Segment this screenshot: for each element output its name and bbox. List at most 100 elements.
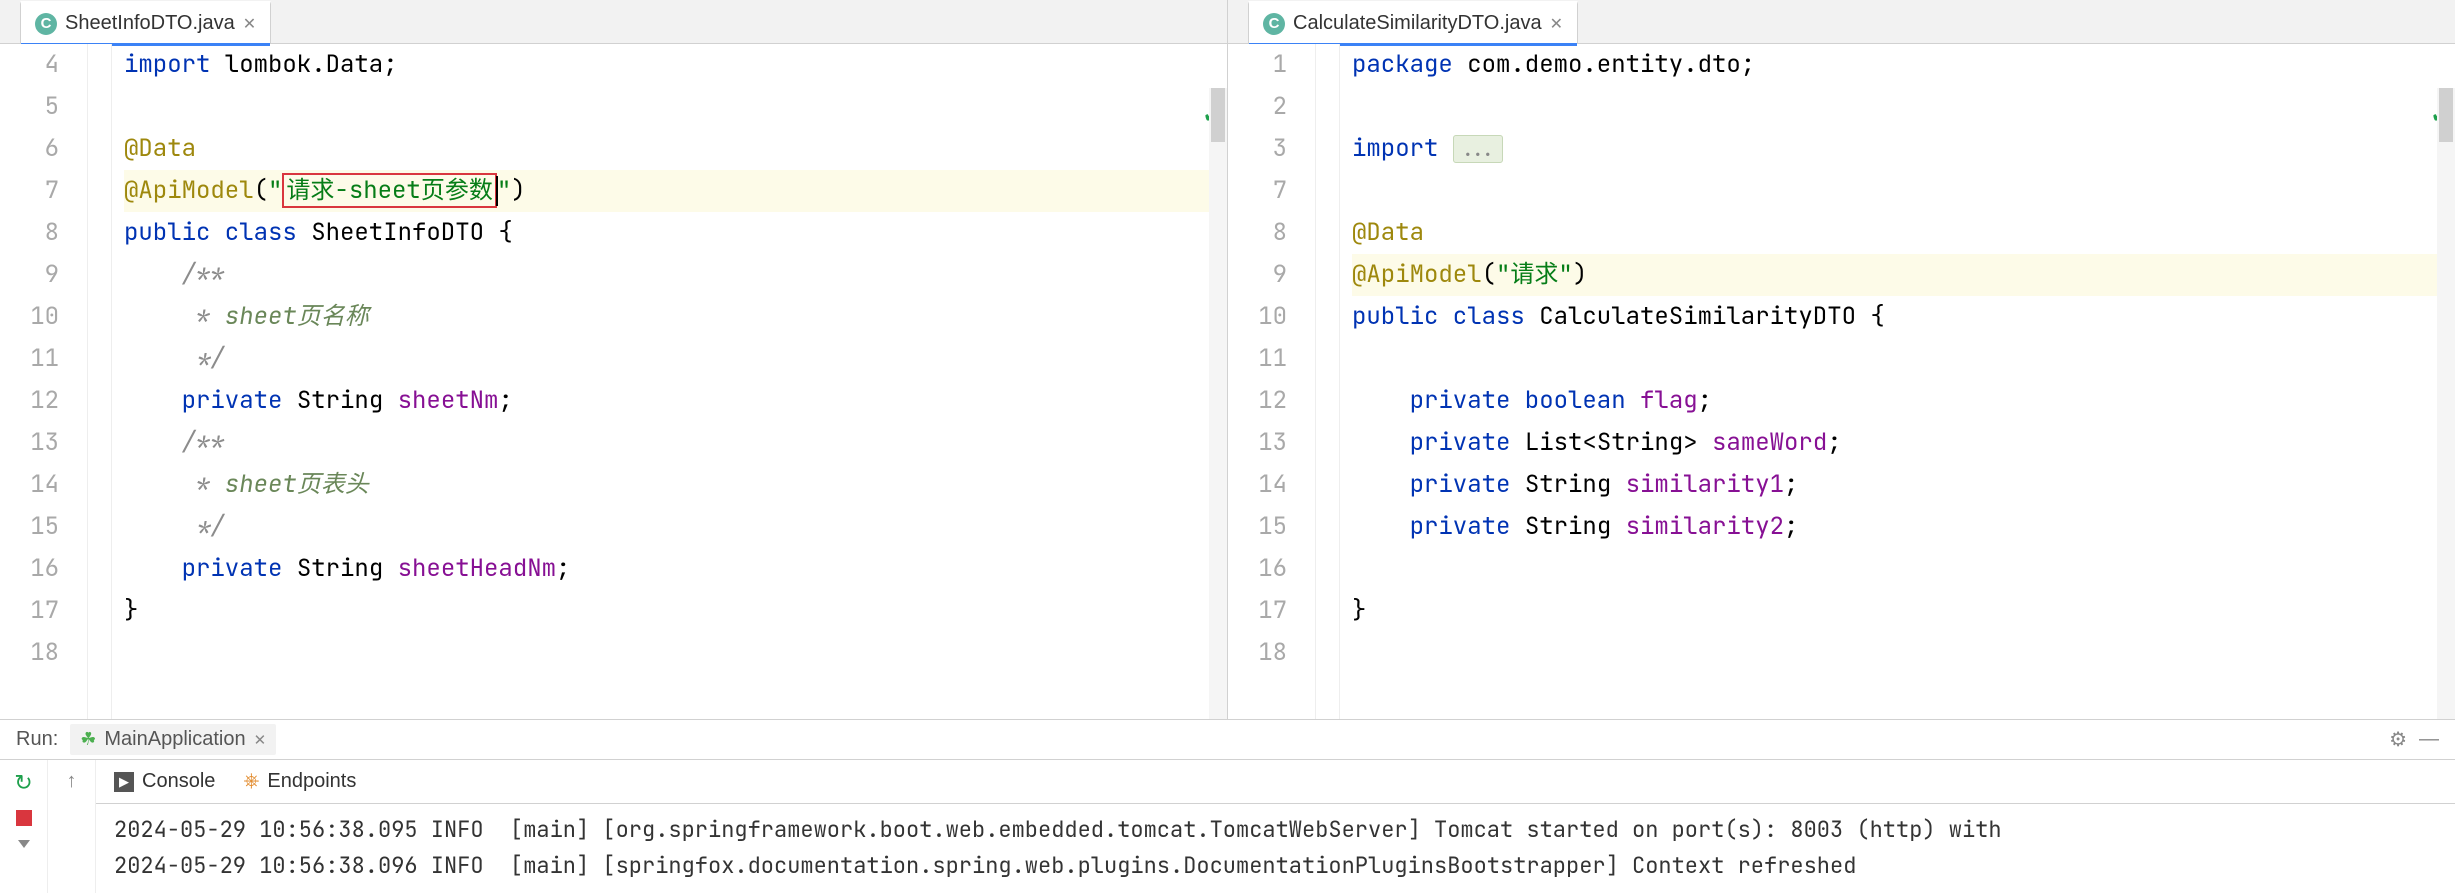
fold-handle[interactable] <box>1316 128 1339 170</box>
code-line[interactable] <box>124 632 1227 674</box>
error-stripe[interactable] <box>1209 88 1227 719</box>
fold-handle[interactable] <box>1316 506 1339 548</box>
code-line[interactable]: public class SheetInfoDTO { <box>124 212 1227 254</box>
fold-handle[interactable] <box>1316 170 1339 212</box>
fold-handle[interactable] <box>88 338 111 380</box>
fold-handle[interactable] <box>88 86 111 128</box>
code-line[interactable]: */ <box>124 506 1227 548</box>
code-line[interactable] <box>124 86 1227 128</box>
code-line[interactable] <box>1352 548 2455 590</box>
file-tab-calculatesimilaritydto[interactable]: C CalculateSimilarityDTO.java ✕ <box>1248 1 1578 43</box>
code-line[interactable]: @Data <box>124 128 1227 170</box>
minimize-icon[interactable]: — <box>2419 728 2439 751</box>
close-icon[interactable]: ✕ <box>243 14 256 34</box>
tab-bar-left: C SheetInfoDTO.java ✕ <box>0 0 1227 44</box>
fold-handle[interactable] <box>88 464 111 506</box>
code-line[interactable]: } <box>124 590 1227 632</box>
code-line[interactable]: /** <box>124 422 1227 464</box>
code-line[interactable]: private boolean flag; <box>1352 380 2455 422</box>
code-line[interactable] <box>1352 86 2455 128</box>
fold-handle[interactable] <box>1316 44 1339 86</box>
code-line[interactable]: private List<String> sameWord; <box>1352 422 2455 464</box>
scroll-up-icon[interactable]: ↑ <box>67 770 77 793</box>
scroll-thumb[interactable] <box>1211 88 1225 142</box>
fold-column[interactable] <box>88 44 112 719</box>
code-line[interactable]: import ... <box>1352 128 2455 170</box>
fold-handle[interactable] <box>1316 632 1339 674</box>
fold-handle[interactable] <box>88 296 111 338</box>
code-line[interactable]: /** <box>124 254 1227 296</box>
gear-icon[interactable]: ⚙ <box>2389 727 2407 752</box>
code-token: ; <box>1827 427 1841 458</box>
run-subtabs: ▶ Console ⎈ Endpoints <box>96 760 2455 804</box>
fold-handle[interactable] <box>88 506 111 548</box>
line-number: 4 <box>0 44 59 86</box>
code-token: /** <box>182 259 225 290</box>
code-line[interactable]: @ApiModel("请求") <box>1352 254 2455 296</box>
fold-handle[interactable] <box>1316 380 1339 422</box>
code-line[interactable]: */ <box>124 338 1227 380</box>
fold-handle[interactable] <box>1316 548 1339 590</box>
code-line[interactable]: * sheet页表头 <box>124 464 1227 506</box>
fold-handle[interactable] <box>1316 590 1339 632</box>
scroll-thumb[interactable] <box>2439 88 2453 142</box>
code-line[interactable]: @ApiModel("请求-sheet页参数") <box>124 170 1227 212</box>
fold-handle[interactable] <box>1316 464 1339 506</box>
code-token: 请求-sheet页参数 <box>282 173 496 208</box>
fold-column[interactable] <box>1316 44 1340 719</box>
fold-handle[interactable] <box>88 254 111 296</box>
code-line[interactable]: private String similarity2; <box>1352 506 2455 548</box>
error-stripe[interactable] <box>2437 88 2455 719</box>
code-token: import <box>1352 133 1453 164</box>
endpoints-tab[interactable]: ⎈ Endpoints <box>243 770 356 793</box>
fold-handle[interactable] <box>1316 422 1339 464</box>
code-content[interactable]: import lombok.Data; @Data@ApiModel("请求-sh… <box>112 44 1227 719</box>
code-token: @ApiModel <box>1352 259 1482 290</box>
close-icon[interactable]: ✕ <box>1550 14 1563 34</box>
code-line[interactable] <box>1352 170 2455 212</box>
fold-handle[interactable] <box>1316 254 1339 296</box>
fold-handle[interactable] <box>1316 338 1339 380</box>
code-line[interactable]: private String similarity1; <box>1352 464 2455 506</box>
fold-handle[interactable] <box>1316 296 1339 338</box>
folded-region[interactable]: ... <box>1453 135 1503 163</box>
fold-handle[interactable] <box>88 380 111 422</box>
code-editor-left[interactable]: 456789101112131415161718 import lombok.D… <box>0 44 1227 719</box>
fold-handle[interactable] <box>88 422 111 464</box>
file-tab-sheetinfodto[interactable]: C SheetInfoDTO.java ✕ <box>20 1 271 43</box>
fold-handle[interactable] <box>88 170 111 212</box>
code-line[interactable]: package com.demo.entity.dto; <box>1352 44 2455 86</box>
rerun-icon[interactable]: ↻ <box>14 770 32 796</box>
code-editor-right[interactable]: 123789101112131415161718 package com.dem… <box>1228 44 2455 719</box>
fold-handle[interactable] <box>1316 212 1339 254</box>
code-line[interactable] <box>1352 338 2455 380</box>
console-output[interactable]: 2024-05-29 10:56:38.095 INFO [main] [org… <box>96 804 2455 893</box>
code-line[interactable] <box>1352 632 2455 674</box>
code-token: ) <box>1573 259 1587 290</box>
code-line[interactable]: } <box>1352 590 2455 632</box>
code-line[interactable]: * sheet页名称 <box>124 296 1227 338</box>
code-line[interactable]: public class CalculateSimilarityDTO { <box>1352 296 2455 338</box>
code-line[interactable]: private String sheetHeadNm; <box>124 548 1227 590</box>
code-token: sameWord <box>1712 427 1827 458</box>
console-tab[interactable]: ▶ Console <box>114 770 215 793</box>
fold-handle[interactable] <box>88 632 111 674</box>
exit-icon[interactable] <box>18 840 30 848</box>
fold-handle[interactable] <box>88 44 111 86</box>
line-number: 8 <box>0 212 59 254</box>
code-content[interactable]: package com.demo.entity.dto; import ... @D… <box>1340 44 2455 719</box>
fold-handle[interactable] <box>88 128 111 170</box>
close-icon[interactable]: ✕ <box>254 731 267 749</box>
fold-handle[interactable] <box>88 548 111 590</box>
code-line[interactable]: @Data <box>1352 212 2455 254</box>
run-config-tab[interactable]: ☘ MainApplication ✕ <box>70 724 276 755</box>
stop-icon[interactable] <box>16 810 32 826</box>
fold-handle[interactable] <box>88 590 111 632</box>
code-line[interactable]: import lombok.Data; <box>124 44 1227 86</box>
fold-handle[interactable] <box>1316 86 1339 128</box>
code-token: private <box>182 385 283 416</box>
fold-handle[interactable] <box>88 212 111 254</box>
code-token: package <box>1352 49 1453 80</box>
line-number: 14 <box>1228 464 1287 506</box>
code-line[interactable]: private String sheetNm; <box>124 380 1227 422</box>
